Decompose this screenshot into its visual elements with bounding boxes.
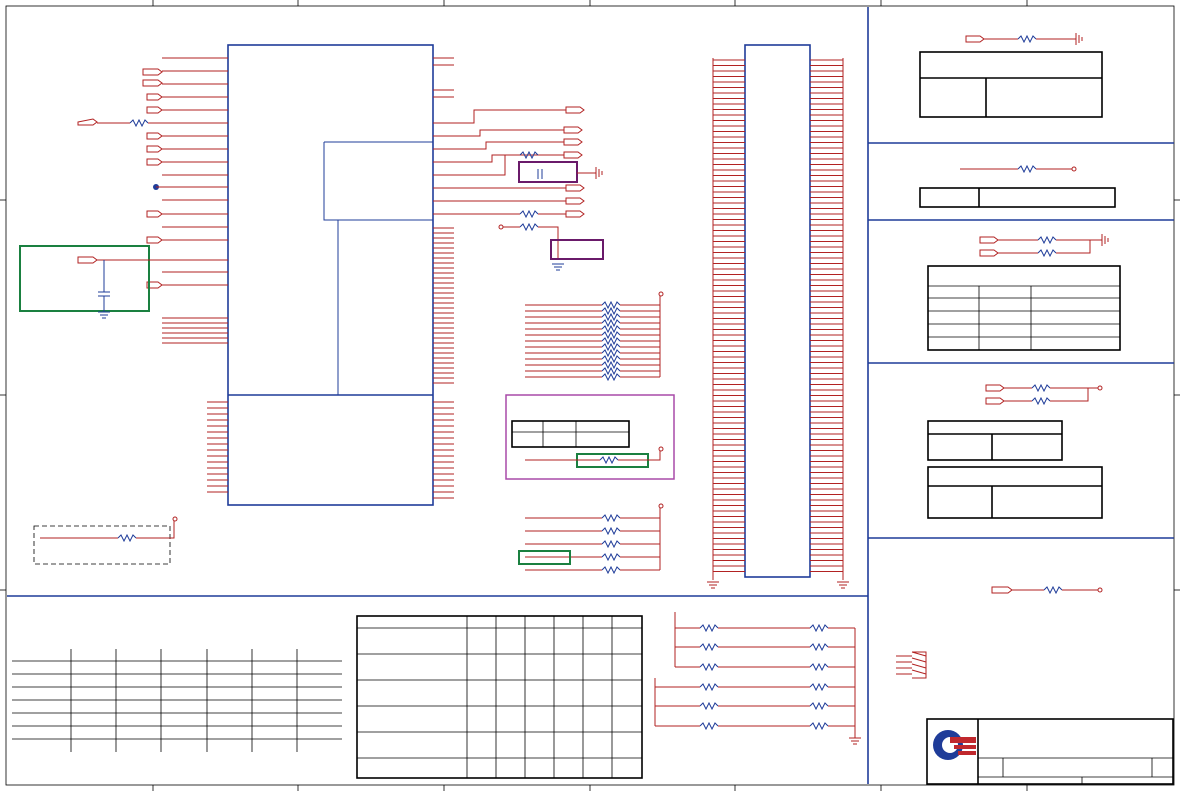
ic-output-nets — [433, 106, 604, 271]
ic-right-pins — [433, 57, 454, 499]
bottom-center-table — [356, 615, 643, 779]
board-connector — [744, 44, 811, 578]
strap-resistor-network — [654, 612, 861, 745]
dashed-optional-block — [33, 516, 178, 565]
right-block-2 — [919, 164, 1116, 208]
option-table-block — [505, 394, 675, 480]
right-block-5 — [896, 585, 1103, 679]
resistor-array-lower — [525, 503, 664, 575]
main-ic — [227, 44, 434, 506]
left-port-connectors — [77, 68, 228, 289]
bottom-left-table — [12, 649, 342, 752]
right-block-3 — [927, 234, 1121, 351]
resistor-array-upper — [525, 291, 664, 382]
green-filter-block — [19, 245, 228, 319]
company-logo-icon — [933, 730, 976, 760]
connector-pins — [707, 58, 849, 589]
right-block-4 — [927, 383, 1103, 519]
schematic-sheet — [0, 0, 1180, 791]
title-block — [926, 718, 1174, 785]
right-block-1 — [919, 33, 1103, 118]
